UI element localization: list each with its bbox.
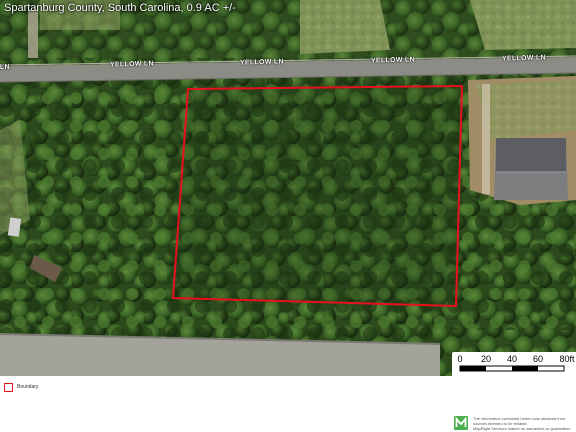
boundary-outline-icon (4, 383, 13, 392)
mapright-logo-icon (454, 416, 468, 430)
road-label: YELLOW LN (501, 54, 547, 63)
map-page: Spartanburg County, South Carolina, 0.9 … (0, 0, 576, 432)
road-label: YELLOW LN (109, 60, 155, 69)
road-label: YELLOW LN (370, 56, 416, 65)
scale-label: 40 (506, 354, 518, 364)
scale-label: 60 (532, 354, 544, 364)
aerial-imagery (0, 0, 576, 376)
road-label: YELLOW LN (239, 58, 285, 67)
legend-label-boundary: Boundary (17, 384, 39, 390)
scale-bar: 0 20 40 60 80ft (452, 352, 576, 376)
disclaimer-text: The information contained herein was obt… (473, 416, 573, 431)
disclaimer-line: MapRight Services makes no warranties or… (473, 426, 571, 431)
scale-label: 0 (457, 354, 463, 364)
road-label: LN (0, 63, 11, 72)
map-title: Spartanburg County, South Carolina, 0.9 … (4, 2, 236, 14)
scale-label: 20 (480, 354, 492, 364)
scale-label: 80ft (559, 354, 575, 364)
aerial-map[interactable]: Spartanburg County, South Carolina, 0.9 … (0, 0, 576, 376)
scale-ruler (459, 365, 565, 372)
scale-labels: 0 20 40 60 80ft (452, 354, 576, 364)
